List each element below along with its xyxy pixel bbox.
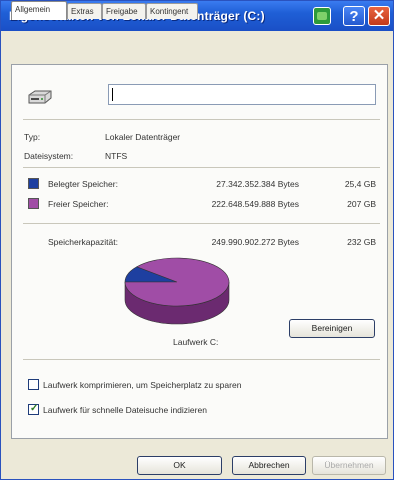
- tab-kontingent[interactable]: Kontingent: [146, 3, 198, 19]
- type-value: Lokaler Datenträger: [105, 132, 181, 142]
- separator: [23, 359, 380, 360]
- compress-checkbox[interactable]: [28, 379, 39, 390]
- tab-extras[interactable]: Extras: [67, 3, 102, 19]
- type-label: Typ:: [24, 132, 41, 142]
- disk-usage-pie-chart: [124, 257, 230, 325]
- filesystem-label: Dateisystem:: [24, 151, 74, 161]
- properties-dialog: Eigenschaften von Lokaler Datenträger (C…: [0, 0, 394, 480]
- capacity-label: Speicherkapazität:: [48, 237, 118, 247]
- capacity-gb: 232 GB: [347, 237, 376, 247]
- pie-slice-free: [124, 257, 230, 307]
- used-bytes: 27.342.352.384 Bytes: [216, 179, 299, 189]
- index-checkbox[interactable]: ✓: [28, 403, 39, 415]
- hard-drive-icon: [28, 90, 52, 104]
- app-icon: [313, 7, 331, 25]
- used-label: Belegter Speicher:: [48, 179, 118, 189]
- free-gb: 207 GB: [347, 199, 376, 209]
- separator: [23, 119, 380, 120]
- free-color-swatch: [28, 198, 39, 209]
- tab-allgemein[interactable]: Allgemein: [11, 1, 67, 20]
- text-caret: [112, 88, 113, 101]
- help-button[interactable]: ?: [343, 6, 365, 26]
- drive-name-input[interactable]: [108, 84, 376, 105]
- apply-button[interactable]: Übernehmen: [312, 456, 386, 475]
- index-label[interactable]: Laufwerk für schnelle Dateisuche indizie…: [43, 405, 207, 415]
- checkmark-icon: ✓: [30, 403, 39, 414]
- used-gb: 25,4 GB: [344, 179, 376, 189]
- separator: [23, 167, 380, 168]
- drive-caption: Laufwerk C:: [173, 337, 219, 347]
- tab-freigabe[interactable]: Freigabe: [102, 3, 146, 19]
- separator: [23, 223, 380, 224]
- capacity-bytes: 249.990.902.272 Bytes: [211, 237, 299, 247]
- compress-label[interactable]: Laufwerk komprimieren, um Speicherplatz …: [43, 380, 241, 390]
- free-bytes: 222.648.549.888 Bytes: [211, 199, 299, 209]
- cancel-button[interactable]: Abbrechen: [232, 456, 306, 475]
- cleanup-button[interactable]: Bereinigen: [289, 319, 375, 338]
- close-button[interactable]: ✕: [368, 6, 390, 26]
- free-label: Freier Speicher:: [48, 199, 109, 209]
- ok-button[interactable]: OK: [137, 456, 222, 475]
- used-color-swatch: [28, 178, 39, 189]
- filesystem-value: NTFS: [105, 151, 128, 161]
